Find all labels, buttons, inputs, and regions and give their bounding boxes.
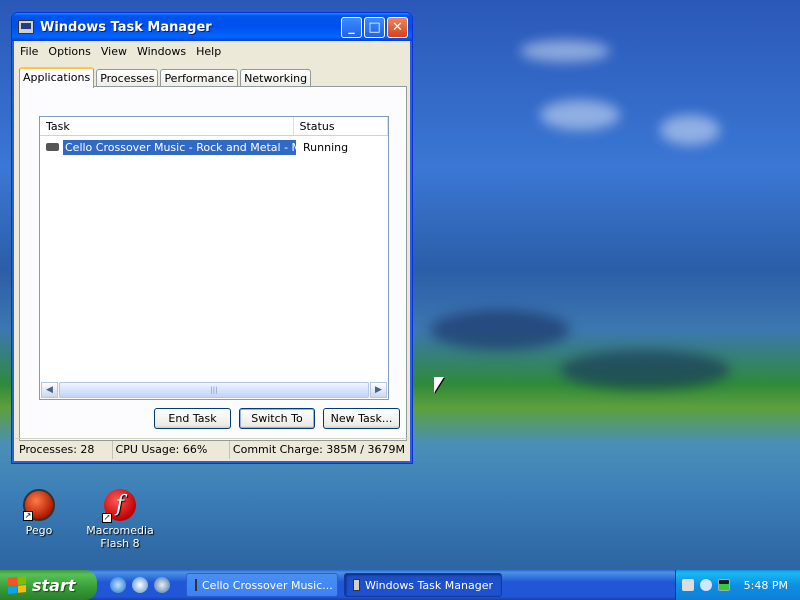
flash-icon: f ↗ xyxy=(102,489,136,523)
task-manager-icon xyxy=(353,579,360,591)
switch-to-button[interactable]: Switch To xyxy=(239,408,315,429)
horizontal-scrollbar[interactable]: ◀ ||| ▶ xyxy=(41,382,387,398)
task-list[interactable]: Task Status Cello Crossover Music - Rock… xyxy=(39,116,389,400)
desktop-icon-label: Macromedia Flash 8 xyxy=(86,524,154,550)
menu-file[interactable]: File xyxy=(15,45,43,58)
scroll-thumb[interactable]: ||| xyxy=(59,382,369,398)
tab-performance[interactable]: Performance xyxy=(160,69,239,87)
end-task-button[interactable]: End Task xyxy=(154,408,231,429)
title-bar[interactable]: Windows Task Manager _ □ ✕ xyxy=(12,13,412,41)
column-header-status[interactable]: Status xyxy=(294,117,388,135)
start-button[interactable]: start xyxy=(0,570,97,600)
list-header: Task Status xyxy=(40,117,388,136)
window-title: Windows Task Manager xyxy=(40,19,212,35)
pego-icon: ↗ xyxy=(23,489,55,521)
keyboard-icon[interactable] xyxy=(682,579,694,591)
minimize-button[interactable]: _ xyxy=(341,17,362,38)
task-name: Cello Crossover Music - Rock and Metal -… xyxy=(63,139,296,155)
browser-quicklaunch-icon[interactable] xyxy=(132,577,148,593)
taskbar-item-label: Windows Task Manager xyxy=(364,578,493,592)
mouse-cursor-icon xyxy=(434,377,444,393)
menu-view[interactable]: View xyxy=(96,45,132,58)
scroll-right-arrow-icon[interactable]: ▶ xyxy=(370,382,387,398)
browser-icon xyxy=(45,141,61,153)
menu-options[interactable]: Options xyxy=(43,45,95,58)
column-header-task[interactable]: Task xyxy=(40,117,294,135)
desktop-cloud xyxy=(660,115,720,145)
status-cpu-usage: CPU Usage: 66% xyxy=(113,440,230,459)
desktop-cloud xyxy=(560,350,730,390)
status-bar: Processes: 28 CPU Usage: 66% Commit Char… xyxy=(15,438,409,460)
tab-processes[interactable]: Processes xyxy=(96,69,159,87)
tab-applications[interactable]: Applications xyxy=(19,67,95,88)
applications-panel: Task Status Cello Crossover Music - Rock… xyxy=(19,86,407,441)
maximize-button[interactable]: □ xyxy=(364,17,385,38)
status-commit-charge: Commit Charge: 385M / 3679M xyxy=(232,442,405,456)
menu-help[interactable]: Help xyxy=(191,45,226,58)
menu-windows[interactable]: Windows xyxy=(132,45,191,58)
internet-explorer-icon[interactable] xyxy=(110,577,126,593)
status-processes: Processes: 28 xyxy=(15,440,113,459)
taskbar-item-cello[interactable]: Cello Crossover Music... xyxy=(186,573,338,597)
desktop-cloud xyxy=(540,100,620,130)
desktop-cloud xyxy=(520,40,610,62)
desktop-icon-label: Pego xyxy=(25,524,53,537)
system-tray: 5:48 PM xyxy=(675,570,800,600)
tab-networking[interactable]: Networking xyxy=(240,69,312,87)
windows-logo-icon xyxy=(8,576,26,594)
table-row[interactable]: Cello Crossover Music - Rock and Metal -… xyxy=(40,138,388,156)
browser-icon xyxy=(195,579,197,591)
menu-bar: File Options View Windows Help xyxy=(15,41,409,61)
media-player-icon[interactable] xyxy=(154,577,170,593)
task-manager-window: Windows Task Manager _ □ ✕ File Options … xyxy=(11,12,413,464)
shortcut-arrow-icon: ↗ xyxy=(23,511,33,521)
task-status: Running xyxy=(303,140,349,154)
close-button[interactable]: ✕ xyxy=(387,17,408,38)
tab-strip: Applications Processes Performance Netwo… xyxy=(19,67,313,88)
taskbar-item-task-manager[interactable]: Windows Task Manager xyxy=(344,573,502,597)
shortcut-arrow-icon: ↗ xyxy=(102,513,112,523)
desktop-icon-flash[interactable]: f ↗ Macromedia Flash 8 xyxy=(85,489,155,550)
task-manager-icon xyxy=(18,20,34,34)
volume-icon[interactable] xyxy=(700,579,712,591)
start-label: start xyxy=(32,575,76,595)
cpu-meter-icon[interactable] xyxy=(718,579,730,591)
new-task-button[interactable]: New Task... xyxy=(323,408,400,429)
desktop-icon-pego[interactable]: ↗ Pego xyxy=(4,489,74,537)
clock[interactable]: 5:48 PM xyxy=(744,579,788,592)
flash-glyph: f xyxy=(115,492,125,517)
scroll-left-arrow-icon[interactable]: ◀ xyxy=(41,382,58,398)
taskbar-item-label: Cello Crossover Music... xyxy=(202,578,333,592)
taskbar: start Cello Crossover Music... Windows T… xyxy=(0,570,800,600)
desktop-cloud xyxy=(430,310,570,350)
